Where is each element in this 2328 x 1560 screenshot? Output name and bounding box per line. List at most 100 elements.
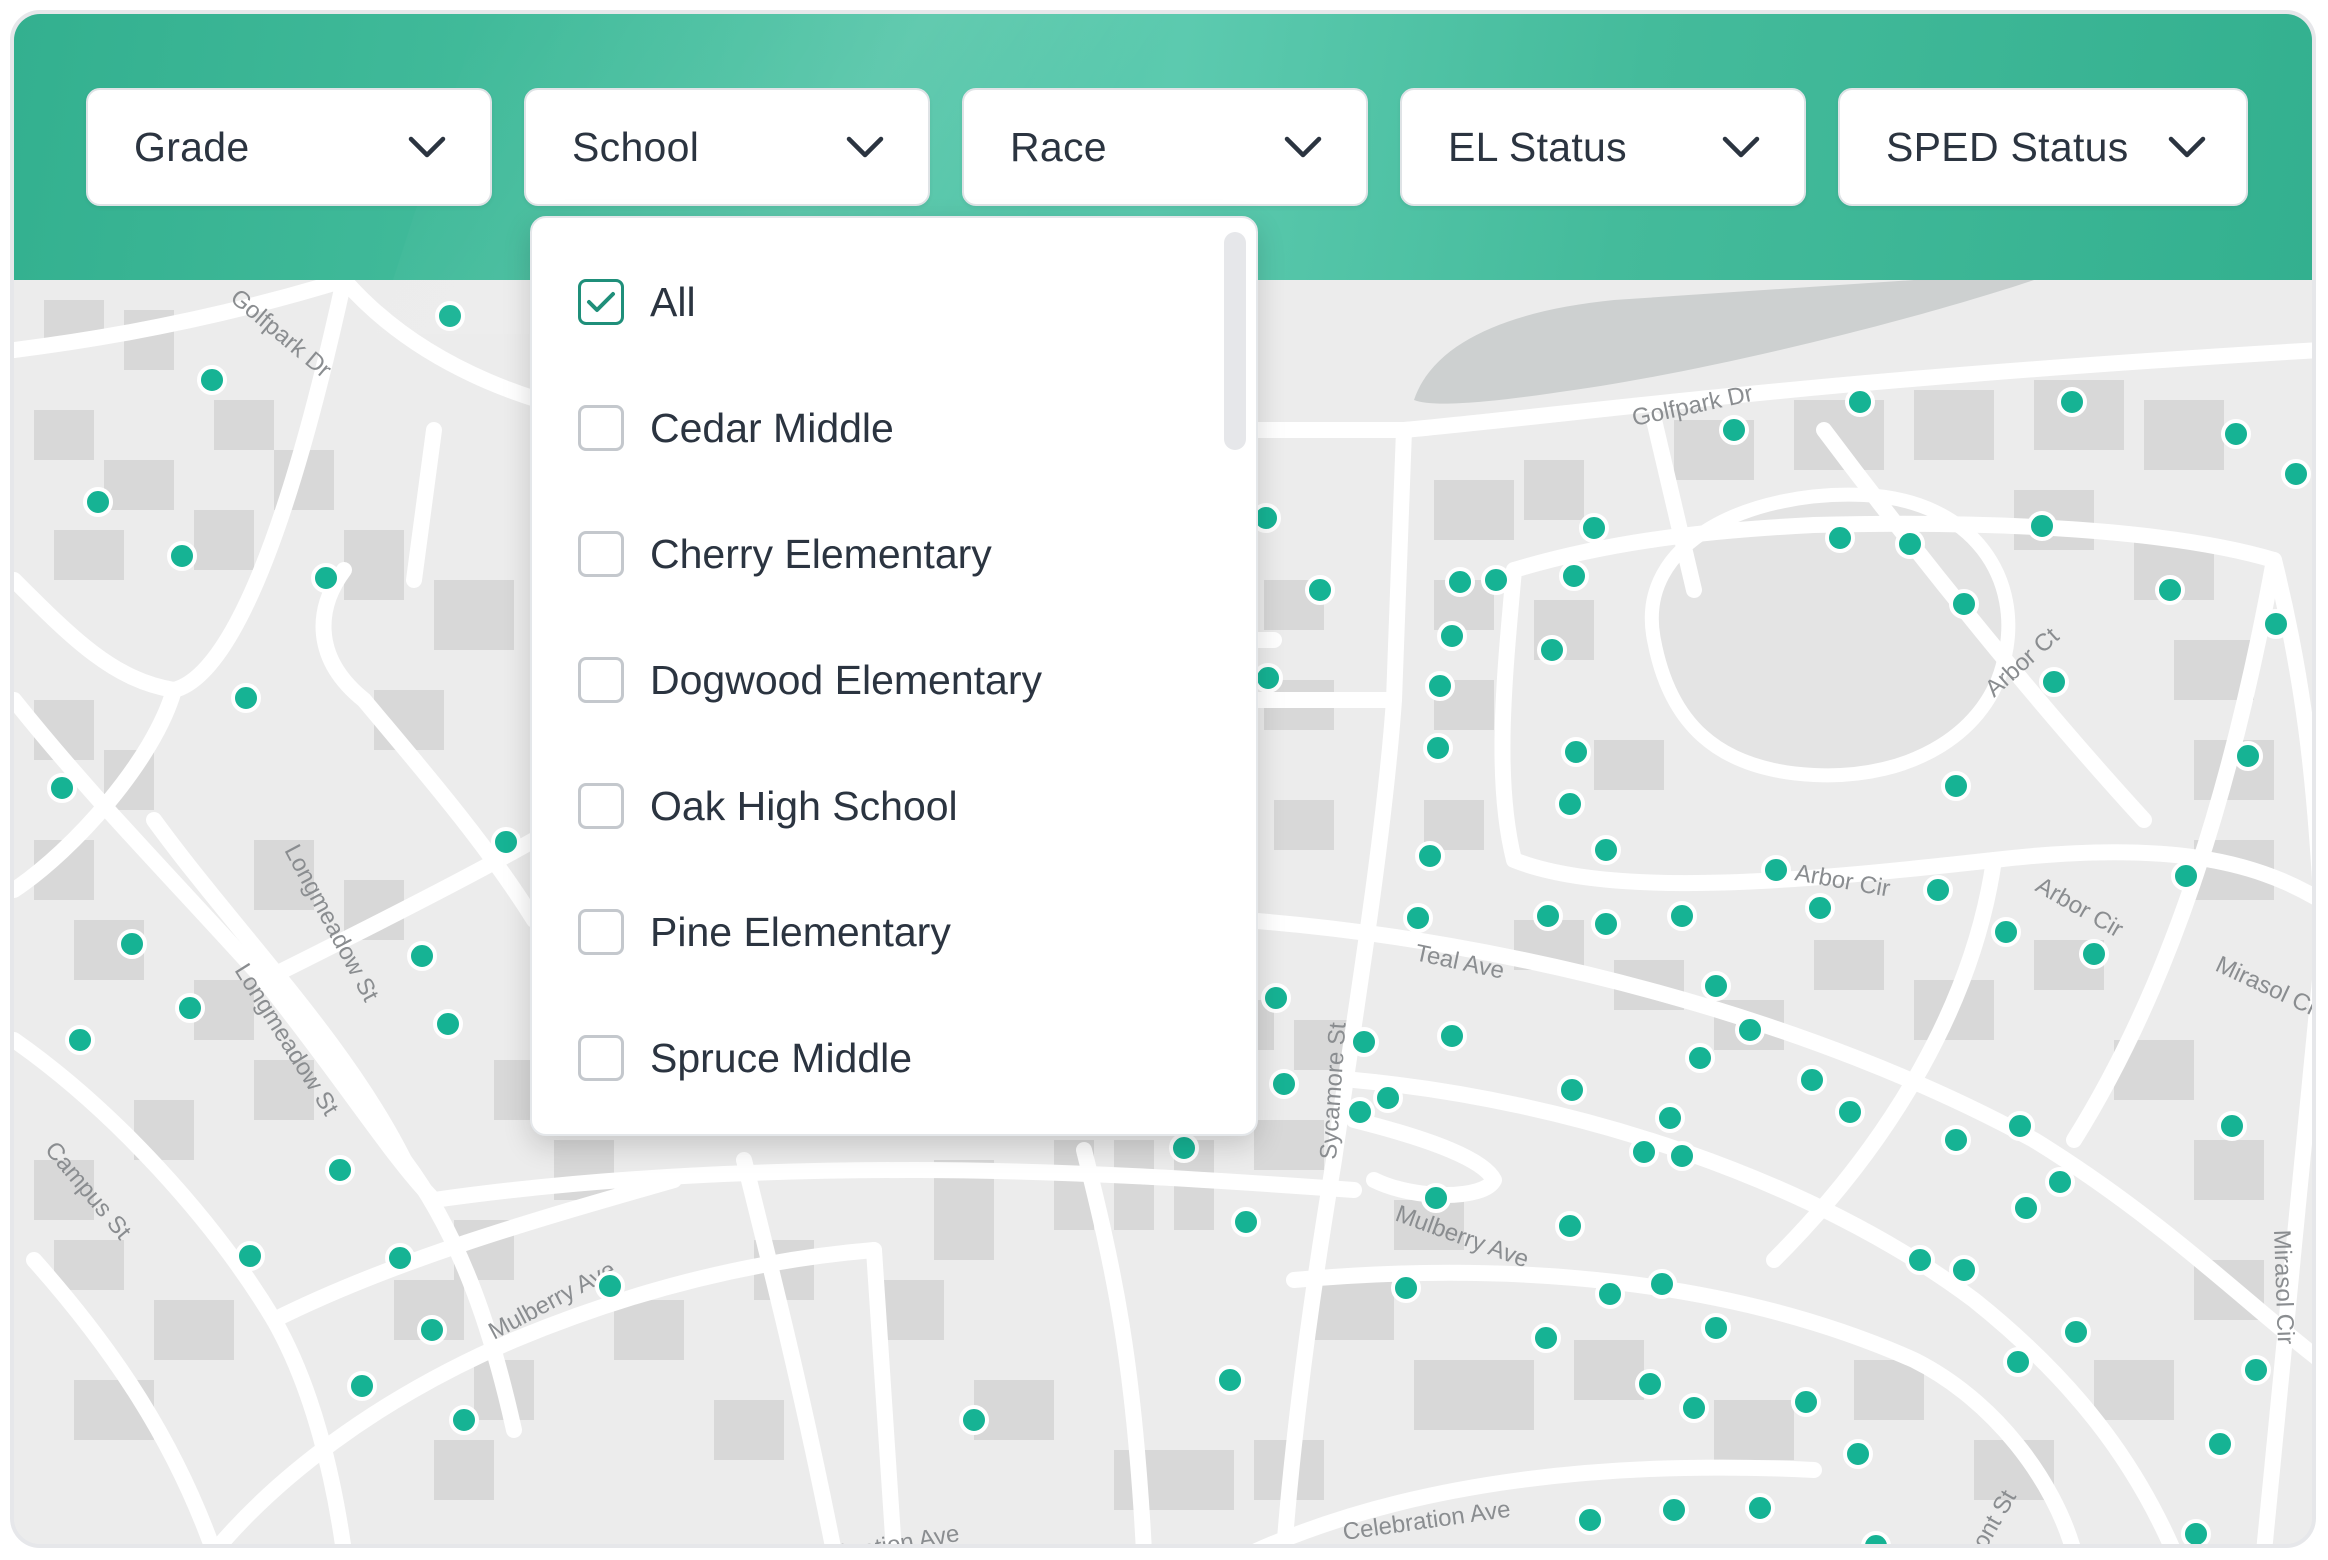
student-location-marker[interactable] — [1635, 1369, 1665, 1399]
student-location-marker[interactable] — [1533, 901, 1563, 931]
student-location-marker[interactable] — [1591, 835, 1621, 865]
school-option-dogwood-elementary[interactable]: Dogwood Elementary — [578, 645, 1042, 715]
student-location-marker[interactable] — [2171, 861, 2201, 891]
student-location-marker[interactable] — [1421, 1183, 1451, 1213]
student-location-marker[interactable] — [197, 365, 227, 395]
student-location-marker[interactable] — [1373, 1083, 1403, 1113]
student-location-marker[interactable] — [1391, 1273, 1421, 1303]
student-location-marker[interactable] — [1735, 1015, 1765, 1045]
race-dropdown[interactable]: Race — [962, 88, 1368, 206]
student-location-marker[interactable] — [1701, 1313, 1731, 1343]
student-location-marker[interactable] — [1437, 1021, 1467, 1051]
student-location-marker[interactable] — [417, 1315, 447, 1345]
student-location-marker[interactable] — [1591, 909, 1621, 939]
student-location-marker[interactable] — [1949, 589, 1979, 619]
student-location-marker[interactable] — [1835, 1097, 1865, 1127]
student-location-marker[interactable] — [1667, 901, 1697, 931]
student-location-marker[interactable] — [2205, 1429, 2235, 1459]
checkbox[interactable] — [578, 783, 624, 829]
student-location-marker[interactable] — [1805, 893, 1835, 923]
school-option-pine-elementary[interactable]: Pine Elementary — [578, 897, 951, 967]
student-location-marker[interactable] — [2241, 1355, 2271, 1385]
student-location-marker[interactable] — [1595, 1279, 1625, 1309]
student-location-marker[interactable] — [959, 1405, 989, 1435]
student-location-marker[interactable] — [2281, 459, 2311, 489]
student-location-marker[interactable] — [117, 929, 147, 959]
student-location-marker[interactable] — [1679, 1393, 1709, 1423]
student-location-marker[interactable] — [1991, 917, 2021, 947]
student-location-marker[interactable] — [1667, 1141, 1697, 1171]
student-location-marker[interactable] — [1575, 1505, 1605, 1535]
student-location-marker[interactable] — [449, 1405, 479, 1435]
student-location-marker[interactable] — [167, 541, 197, 571]
student-location-marker[interactable] — [1557, 1075, 1587, 1105]
student-location-marker[interactable] — [385, 1243, 415, 1273]
student-location-marker[interactable] — [1537, 635, 1567, 665]
student-location-marker[interactable] — [407, 941, 437, 971]
student-location-marker[interactable] — [1719, 415, 1749, 445]
student-location-marker[interactable] — [1561, 737, 1591, 767]
student-location-marker[interactable] — [1843, 1439, 1873, 1469]
student-location-marker[interactable] — [2003, 1347, 2033, 1377]
student-location-marker[interactable] — [1579, 513, 1609, 543]
checkbox[interactable] — [578, 1035, 624, 1081]
student-location-marker[interactable] — [1423, 733, 1453, 763]
student-location-marker[interactable] — [1629, 1137, 1659, 1167]
student-location-marker[interactable] — [2079, 939, 2109, 969]
student-location-marker[interactable] — [1949, 1255, 1979, 1285]
student-location-marker[interactable] — [1701, 971, 1731, 1001]
menu-scrollbar[interactable] — [1224, 232, 1246, 450]
student-location-marker[interactable] — [1269, 1069, 1299, 1099]
school-option-cherry-elementary[interactable]: Cherry Elementary — [578, 519, 992, 589]
school-dropdown[interactable]: School — [524, 88, 930, 206]
student-location-marker[interactable] — [47, 773, 77, 803]
checkbox[interactable] — [578, 405, 624, 451]
student-location-marker[interactable] — [2221, 419, 2251, 449]
student-location-marker[interactable] — [2057, 387, 2087, 417]
student-location-marker[interactable] — [1481, 565, 1511, 595]
student-location-marker[interactable] — [1555, 789, 1585, 819]
student-location-marker[interactable] — [491, 827, 521, 857]
student-location-marker[interactable] — [311, 563, 341, 593]
checkbox[interactable] — [578, 909, 624, 955]
student-location-marker[interactable] — [1437, 621, 1467, 651]
checkbox[interactable] — [578, 657, 624, 703]
student-location-marker[interactable] — [325, 1155, 355, 1185]
student-location-marker[interactable] — [1555, 1211, 1585, 1241]
student-location-marker[interactable] — [2039, 667, 2069, 697]
student-location-marker[interactable] — [1403, 903, 1433, 933]
student-location-marker[interactable] — [235, 1241, 265, 1271]
student-location-marker[interactable] — [1923, 875, 1953, 905]
student-location-marker[interactable] — [1895, 529, 1925, 559]
student-location-marker[interactable] — [231, 683, 261, 713]
student-location-marker[interactable] — [1231, 1207, 1261, 1237]
student-location-marker[interactable] — [1647, 1269, 1677, 1299]
student-location-marker[interactable] — [1941, 1125, 1971, 1155]
student-location-marker[interactable] — [1685, 1043, 1715, 1073]
student-location-marker[interactable] — [2155, 575, 2185, 605]
student-location-marker[interactable] — [1345, 1097, 1375, 1127]
student-location-marker[interactable] — [1559, 561, 1589, 591]
student-location-marker[interactable] — [1445, 567, 1475, 597]
student-location-marker[interactable] — [1745, 1493, 1775, 1523]
student-location-marker[interactable] — [1349, 1027, 1379, 1057]
student-location-marker[interactable] — [2045, 1167, 2075, 1197]
student-location-marker[interactable] — [1169, 1133, 1199, 1163]
student-location-marker[interactable] — [2061, 1317, 2091, 1347]
school-option-cedar-middle[interactable]: Cedar Middle — [578, 393, 894, 463]
student-location-marker[interactable] — [2217, 1111, 2247, 1141]
student-location-marker[interactable] — [1261, 983, 1291, 1013]
student-location-marker[interactable] — [2027, 511, 2057, 541]
student-location-marker[interactable] — [1655, 1103, 1685, 1133]
student-location-marker[interactable] — [1253, 663, 1283, 693]
student-location-marker[interactable] — [1797, 1065, 1827, 1095]
student-location-marker[interactable] — [1941, 771, 1971, 801]
student-location-marker[interactable] — [1531, 1323, 1561, 1353]
el-status-dropdown[interactable]: EL Status — [1400, 88, 1806, 206]
checkbox[interactable] — [578, 531, 624, 577]
student-location-marker[interactable] — [2005, 1111, 2035, 1141]
student-location-marker[interactable] — [1791, 1387, 1821, 1417]
student-location-marker[interactable] — [1215, 1365, 1245, 1395]
student-location-marker[interactable] — [2233, 741, 2263, 771]
student-location-marker[interactable] — [1415, 841, 1445, 871]
